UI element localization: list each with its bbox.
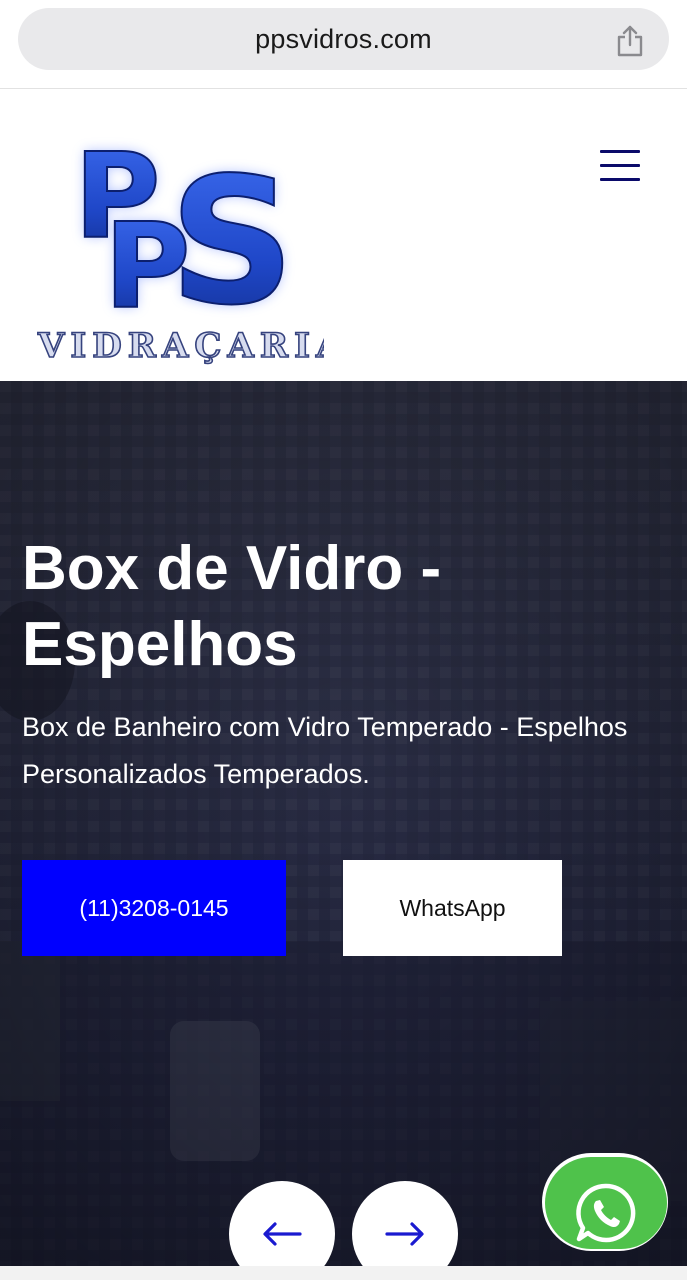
logo-subtitle: VIDRAÇARIA [37, 326, 324, 366]
arrow-left-icon [263, 1222, 302, 1246]
url-text[interactable]: ppsvidros.com [18, 8, 669, 70]
hero-title: Box de Vidro - Espelhos [22, 534, 442, 679]
whatsapp-button[interactable]: WhatsApp [343, 860, 562, 956]
url-field[interactable]: ppsvidros.com [18, 8, 669, 70]
phone-call-button[interactable]: (11)3208-0145 [22, 860, 286, 956]
svg-text:S: S [169, 141, 295, 344]
pps-vidracaria-logo[interactable]: P P S P P S VIDRAÇARIA [34, 107, 324, 367]
arrow-right-icon [385, 1222, 424, 1246]
browser-bottom-strip [0, 1266, 687, 1280]
whatsapp-icon [576, 1183, 636, 1243]
share-icon[interactable] [615, 24, 645, 58]
hero-section: Box de Vidro - Espelhos Box de Banheiro … [0, 381, 687, 1280]
hero-background-image [0, 381, 687, 1280]
site-header: P P S P P S VIDRAÇARIA [0, 89, 687, 381]
browser-address-bar: ppsvidros.com [0, 0, 687, 89]
hamburger-menu-icon[interactable] [600, 150, 642, 182]
hero-subtitle: Box de Banheiro com Vidro Temperado - Es… [22, 712, 628, 789]
whatsapp-floating-button[interactable] [542, 1153, 668, 1251]
